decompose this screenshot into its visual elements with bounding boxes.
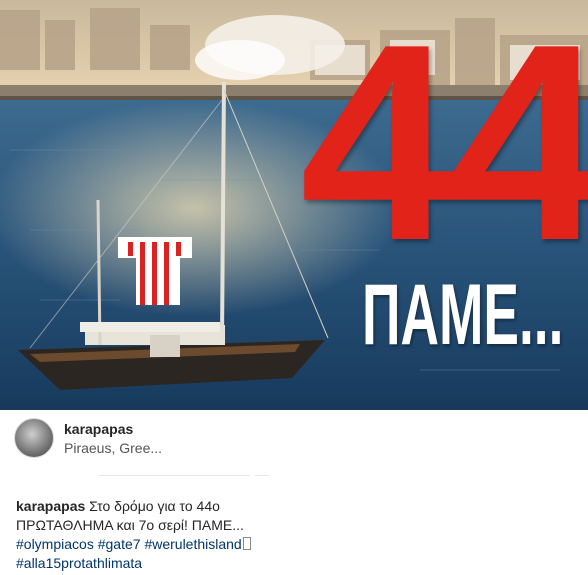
- author-username-link[interactable]: karapapas: [64, 421, 133, 437]
- avatar[interactable]: [14, 418, 54, 458]
- overlay-word-text: ΠΑΜΕ...: [362, 267, 564, 363]
- unsupported-glyph-icon: [242, 537, 251, 550]
- post-caption: karapapas Στο δρόμο για το 44ο ΠΡΩΤΑΘΛΗΜ…: [16, 497, 576, 573]
- post-photo[interactable]: 44 ΠΑΜΕ...: [0, 0, 588, 410]
- hashtag-link[interactable]: #werulethisland: [144, 536, 241, 552]
- author-location-link[interactable]: Piraeus, Gree...: [64, 440, 162, 456]
- caption-text: Στο δρόμο για το 44ο: [89, 498, 220, 514]
- caption-username-link[interactable]: karapapas: [16, 498, 85, 514]
- divider: [255, 475, 269, 476]
- post-author-header: karapapas Piraeus, Gree...: [0, 410, 588, 470]
- overlay-number-text: 44: [300, 0, 588, 299]
- hashtag-link[interactable]: #olympiacos: [16, 536, 94, 552]
- caption-hashtags-line-3: #olympiacos #gate7 #werulethisland: [16, 535, 576, 554]
- divider: [98, 475, 250, 476]
- caption-line-1: karapapas Στο δρόμο για το 44ο: [16, 497, 576, 516]
- caption-line-2: ΠΡΩΤΑΘΛΗΜΑ και 7ο σερί! ΠΑΜΕ...: [16, 517, 244, 533]
- caption-hashtags-line-4: #alla15protathlimata: [16, 554, 576, 573]
- hashtag-link[interactable]: #alla15protathlimata: [16, 555, 142, 571]
- hashtag-link[interactable]: #gate7: [98, 536, 141, 552]
